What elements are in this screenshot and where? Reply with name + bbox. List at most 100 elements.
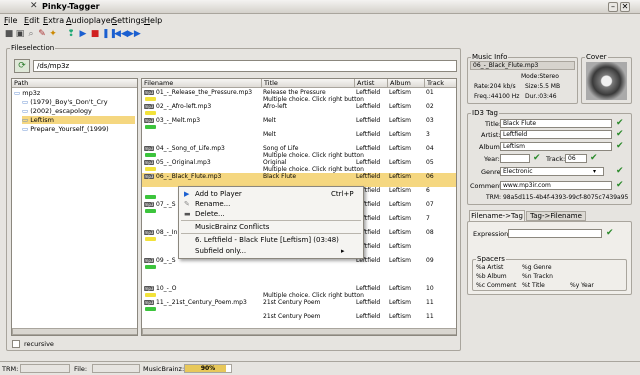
menu-separator-2 (181, 233, 361, 234)
artist-field[interactable]: Leftfield (500, 130, 612, 139)
menu-add-to-player[interactable]: ▶ Add to Player Ctrl+P (181, 189, 354, 199)
tab-tag-to-filename[interactable]: Tag->Filename (526, 211, 586, 221)
comment-field[interactable]: www.mp3ir.com (500, 181, 612, 190)
cell-album: Leftism (389, 103, 411, 110)
tree-horizontal-scrollbar[interactable] (12, 328, 137, 335)
col-artist[interactable]: Artist (355, 79, 388, 88)
genre-apply-check-icon[interactable]: ✔ (616, 167, 625, 176)
status-musicbrainz-label: MusicBrainz: (143, 365, 185, 373)
menu-extra[interactable]: Extra (43, 16, 64, 25)
menu-rename[interactable]: ✎ Rename... (181, 199, 351, 209)
menu-file[interactable]: File (4, 16, 17, 25)
refresh-icon[interactable]: ⟳ (14, 59, 30, 73)
col-track[interactable]: Track (425, 79, 456, 88)
menu-edit[interactable]: Edit (24, 16, 40, 25)
zoom-icon[interactable]: ⌕ (26, 29, 36, 39)
cell-track: 11 (426, 299, 434, 306)
menu-subfield-only[interactable]: Subfield only... ▸ (181, 246, 351, 256)
magic-icon[interactable]: ✦ (48, 29, 58, 39)
table-row[interactable]: mp3 03_-_Melt.mp3 Melt Leftfield Leftism 03 (142, 117, 456, 131)
recursive-label: recursive (24, 340, 54, 348)
cell-album: Leftism (389, 201, 411, 208)
pause-icon[interactable]: ❚❚ (102, 29, 117, 39)
tree-item-2[interactable]: ▭ (2002)_escapology (22, 107, 92, 115)
menu-audioplayer[interactable]: Audioplayer (66, 16, 114, 25)
menu-delete[interactable]: ▬ Delete... (181, 209, 351, 219)
cell-title: 21st Century Poem (263, 299, 321, 306)
track-field[interactable]: 06 (565, 154, 587, 163)
expression-apply-check-icon[interactable]: ✔ (606, 229, 615, 238)
year-field[interactable] (500, 154, 530, 163)
stop-icon[interactable]: ■ (4, 29, 14, 39)
album-apply-check-icon[interactable]: ✔ (616, 142, 625, 151)
table-row[interactable]: mp3 09_-_S Leftfield Leftism 09 (142, 257, 456, 271)
stop-red-icon[interactable]: ■ (90, 29, 100, 39)
cell-album: Leftism (389, 285, 411, 292)
cell-multiple-choice-note: Multiple choice. Click right button (263, 96, 364, 103)
cell-track: 01 (426, 89, 434, 96)
info-icon[interactable]: ❢ (66, 29, 76, 39)
cell-track: 08 (426, 229, 434, 236)
table-row[interactable]: mp3 06_-_Black_Flute.mp3 Black Flute Leftfi… (142, 173, 456, 187)
submenu-arrow-icon: ▸ (341, 247, 345, 255)
genre-select[interactable]: Electronic (500, 167, 604, 176)
menu-conflict-item[interactable]: 6. Leftfield - Black Flute [Leftism] (03… (181, 235, 351, 245)
cell-title: Melt (263, 131, 276, 138)
tree-header-path[interactable]: Path (12, 79, 137, 88)
table-row[interactable]: 21st Century Poem Leftfield Leftism 11 (142, 313, 456, 327)
tag-status-indicator (145, 97, 156, 101)
status-bar: TRM: File: MusicBrainz: 90% (0, 361, 640, 375)
title-field[interactable]: Black Flute (500, 119, 612, 128)
album-field[interactable]: Leftism (500, 142, 612, 151)
pencil-icon: ✎ (184, 200, 190, 208)
tree-item-root[interactable]: ▭ mp3z (14, 89, 40, 97)
path-input[interactable]: /ds/mp3z (33, 60, 457, 72)
wrench-icon[interactable]: ✎ (37, 29, 47, 39)
previous-icon[interactable]: ◀◀ (114, 29, 128, 39)
table-horizontal-scrollbar[interactable] (142, 328, 456, 335)
recursive-checkbox[interactable] (12, 340, 20, 348)
expression-label: Expression: (473, 230, 511, 238)
music-info-freq: Freq.:44100 Hz (474, 93, 520, 100)
minimize-icon[interactable]: – (608, 2, 618, 12)
music-info-size: Size:5.5 MB (525, 83, 561, 90)
album-cover-image[interactable] (586, 62, 627, 100)
cell-album: Leftism (389, 173, 411, 180)
genre-dropdown-icon[interactable]: ▾ (593, 168, 596, 175)
tree-panel: Path ▭ mp3z ▭ (1979)_Boy's_Don't_Cry ▭ (… (11, 78, 138, 336)
tag-status-indicator (145, 167, 156, 171)
table-row[interactable]: mp3 01_-_Release_the_Pressure.mp3 Release … (142, 89, 456, 103)
cell-artist: Leftfield (356, 299, 381, 306)
table-row[interactable]: Melt Leftfield Leftism 3 (142, 131, 456, 145)
cover-title: Cover (585, 53, 608, 61)
col-title[interactable]: Title (262, 79, 355, 88)
next-icon[interactable]: ▶▶ (127, 29, 141, 39)
year-apply-check-icon[interactable]: ✔ (533, 154, 542, 163)
col-album[interactable]: Album (388, 79, 425, 88)
tree-item-4[interactable]: ▭ Prepare_Yourself_(1999) (22, 125, 109, 133)
menu-bar: File Edit Extra Audioplayer Settings Hel… (0, 14, 640, 27)
table-row[interactable]: mp3 05_-_Original.mp3 Original Leftfield Lef… (142, 159, 456, 173)
tree-item-1[interactable]: ▭ (1979)_Boy's_Don't_Cry (22, 98, 108, 106)
menu-help[interactable]: Help (144, 16, 162, 25)
close-icon[interactable]: ✕ (620, 2, 630, 12)
cell-album: Leftism (389, 243, 411, 250)
menu-settings[interactable]: Settings (112, 16, 145, 25)
tag-status-indicator (145, 153, 156, 157)
expression-field[interactable] (508, 229, 602, 238)
table-row[interactable]: mp3 02_-_Afro-left.mp3 Afro-left Leftfield L… (142, 103, 456, 117)
floppy-icon[interactable]: ▣ (15, 29, 25, 39)
play-icon[interactable]: ▶ (78, 29, 88, 39)
artist-apply-check-icon[interactable]: ✔ (616, 130, 625, 139)
tab-filename-to-tag[interactable]: Filename->Tag (469, 210, 525, 221)
col-filename[interactable]: Filename (142, 79, 262, 88)
track-apply-check-icon[interactable]: ✔ (590, 154, 599, 163)
table-row[interactable]: mp3 10_-_O Leftfield Leftism 10 Multiple choi… (142, 285, 456, 299)
cell-album: Leftism (389, 257, 411, 264)
table-row[interactable]: mp3 04_-_Song_of_Life.mp3 Song of Life Left… (142, 145, 456, 159)
comment-apply-check-icon[interactable]: ✔ (616, 181, 625, 190)
table-row[interactable] (142, 271, 456, 285)
table-row[interactable]: mp3 11_-_21st_Century_Poem.mp3 21st Centur… (142, 299, 456, 313)
tree-item-3-selected[interactable]: ▭ Leftism (22, 116, 135, 124)
title-apply-check-icon[interactable]: ✔ (616, 119, 625, 128)
